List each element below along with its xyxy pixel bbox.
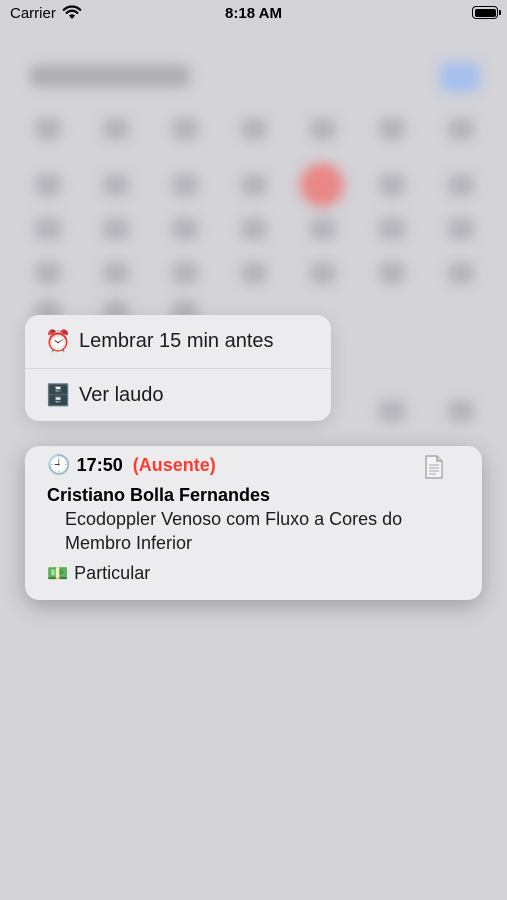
- patient-name: Cristiano Bolla Fernandes: [47, 485, 271, 505]
- clock-icon: 🕘: [47, 455, 71, 476]
- battery-icon: [472, 6, 501, 19]
- appointment-card[interactable]: 🕘 17:50 (Ausente) Cristiano Bolla Fernan…: [25, 446, 482, 600]
- document-icon[interactable]: [424, 455, 444, 479]
- alarm-clock-icon: ⏰: [45, 330, 72, 353]
- menu-item-label: Lembrar 15 min antes: [79, 330, 274, 352]
- money-icon: 💵: [47, 563, 69, 583]
- menu-item-remind[interactable]: ⏰ Lembrar 15 min antes: [25, 315, 331, 369]
- context-menu: ⏰ Lembrar 15 min antes 🗄️ Ver laudo: [25, 315, 331, 421]
- appointment-time: 17:50: [76, 454, 123, 475]
- status-time: 8:18 AM: [225, 5, 282, 22]
- status-badge: (Ausente): [132, 454, 216, 475]
- status-bar: Carrier 8:18 AM: [0, 0, 507, 30]
- procedure-description: Ecodoppler Venoso com Fluxo a Cores do M…: [65, 509, 403, 553]
- payment-label: Particular: [74, 563, 151, 583]
- menu-item-view-report[interactable]: 🗄️ Ver laudo: [25, 369, 331, 421]
- file-cabinet-icon: 🗄️: [45, 384, 72, 407]
- payment-info: 💵 Particular: [47, 563, 150, 584]
- appointment-header: 🕘 17:50 (Ausente): [47, 454, 216, 477]
- menu-item-label: Ver laudo: [79, 384, 164, 406]
